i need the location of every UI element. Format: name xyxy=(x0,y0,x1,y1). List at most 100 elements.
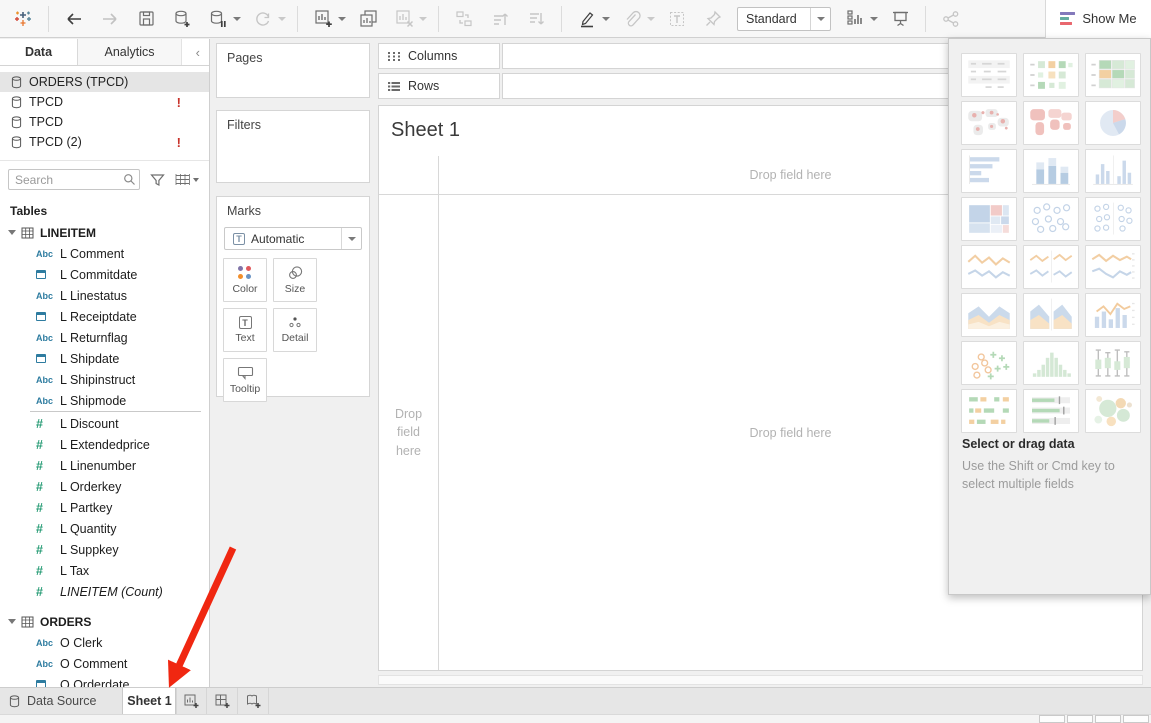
showme-text-table[interactable] xyxy=(961,53,1017,97)
pause-auto-updates-caret[interactable] xyxy=(233,17,241,21)
show-mark-labels-caret[interactable] xyxy=(870,17,878,21)
showme-bullet-graphs[interactable] xyxy=(1023,389,1079,433)
showme-highlight-table[interactable] xyxy=(1023,53,1079,97)
datasource-item[interactable]: TPCD xyxy=(0,112,209,132)
showme-dual-combination[interactable] xyxy=(1085,293,1141,337)
duplicate-sheet-button[interactable] xyxy=(353,4,383,34)
paperclip-button[interactable] xyxy=(617,4,647,34)
presentation-mode-button[interactable] xyxy=(885,4,915,34)
field-item[interactable]: L Tax xyxy=(0,560,209,581)
field-item[interactable]: L Shipdate xyxy=(0,348,209,369)
rows-drop-zone[interactable]: Drop field here xyxy=(379,195,438,670)
new-dashboard-tab-button[interactable] xyxy=(207,688,238,714)
table-orders[interactable]: ORDERS xyxy=(0,611,209,632)
filters-card[interactable]: Filters xyxy=(216,110,370,183)
showme-stacked-bars[interactable] xyxy=(1023,149,1079,193)
pages-card[interactable]: Pages xyxy=(216,43,370,98)
showme-lines-discrete[interactable] xyxy=(1023,245,1079,289)
showme-box-and-whisker[interactable] xyxy=(1085,341,1141,385)
field-item[interactable]: L Comment xyxy=(0,243,209,264)
color-button[interactable]: Color xyxy=(223,258,267,302)
showme-heatmap[interactable] xyxy=(1085,53,1141,97)
new-worksheet-button[interactable] xyxy=(308,4,338,34)
showme-horizontal-bars[interactable] xyxy=(961,149,1017,193)
showme-pie-chart[interactable] xyxy=(1085,101,1141,145)
tableau-logo-icon[interactable] xyxy=(8,4,38,34)
columns-shelf[interactable]: Columns xyxy=(378,43,500,69)
field-item[interactable]: L Discount xyxy=(0,413,209,434)
field-item[interactable]: O Clerk xyxy=(0,632,209,653)
swap-rows-columns-button[interactable] xyxy=(449,4,479,34)
field-item[interactable]: L Shipmode xyxy=(0,390,209,411)
showme-side-by-side-bars[interactable] xyxy=(1085,149,1141,193)
fit-selector[interactable]: Standard xyxy=(737,7,831,31)
horizontal-scrollbar[interactable] xyxy=(378,675,1143,685)
sort-descending-button[interactable] xyxy=(521,4,551,34)
field-item[interactable]: O Orderdate xyxy=(0,674,209,687)
field-item[interactable]: L Suppkey xyxy=(0,539,209,560)
datasource-item[interactable]: ORDERS (TPCD) xyxy=(0,72,209,92)
datasource-item[interactable]: TPCD ! xyxy=(0,92,209,112)
highlight-caret[interactable] xyxy=(602,17,610,21)
new-story-tab-button[interactable] xyxy=(238,688,269,714)
field-item[interactable]: O Comment xyxy=(0,653,209,674)
showme-area-continuous[interactable] xyxy=(961,293,1017,337)
size-button[interactable]: Size xyxy=(273,258,317,302)
field-item[interactable]: L Shipinstruct xyxy=(0,369,209,390)
showme-dual-lines[interactable] xyxy=(1085,245,1141,289)
field-item[interactable]: LINEITEM (Count) xyxy=(0,581,209,602)
showme-filled-map[interactable] xyxy=(1023,101,1079,145)
paperclip-caret[interactable] xyxy=(647,17,655,21)
pin-button[interactable] xyxy=(698,4,728,34)
chevron-down-icon[interactable] xyxy=(8,619,16,624)
view-options-button[interactable] xyxy=(173,171,201,188)
text-annotation-button[interactable] xyxy=(662,4,692,34)
sheet-tab-sheet1[interactable]: Sheet 1 xyxy=(122,688,176,714)
field-item[interactable]: L Quantity xyxy=(0,518,209,539)
field-item[interactable]: L Returnflag xyxy=(0,327,209,348)
datasource-item[interactable]: TPCD (2) ! xyxy=(0,132,209,152)
collapse-pane-button[interactable]: ‹ xyxy=(187,39,209,65)
showme-symbol-map[interactable] xyxy=(961,101,1017,145)
data-source-tab[interactable]: Data Source xyxy=(0,688,110,714)
showme-gantt[interactable] xyxy=(961,389,1017,433)
redo-button[interactable] xyxy=(95,4,125,34)
field-item[interactable]: L Orderkey xyxy=(0,476,209,497)
showme-treemap[interactable] xyxy=(961,197,1017,241)
table-lineitem[interactable]: LINEITEM xyxy=(0,222,209,243)
showme-scatter-plots[interactable] xyxy=(961,341,1017,385)
mark-type-dropdown[interactable]: T Automatic xyxy=(224,227,362,250)
show-me-button[interactable]: Show Me xyxy=(1045,0,1151,38)
status-bar-controls[interactable] xyxy=(1039,715,1149,723)
showme-lines-continuous[interactable] xyxy=(961,245,1017,289)
showme-circle-views[interactable] xyxy=(1023,197,1079,241)
detail-button[interactable]: Detail xyxy=(273,308,317,352)
search-input[interactable] xyxy=(8,169,140,190)
refresh-data-source-button[interactable] xyxy=(248,4,278,34)
showme-packed-bubbles[interactable] xyxy=(1085,389,1141,433)
new-worksheet-caret[interactable] xyxy=(338,17,346,21)
chevron-down-icon[interactable] xyxy=(8,230,16,235)
text-button[interactable]: T Text xyxy=(223,308,267,352)
field-item[interactable]: L Commitdate xyxy=(0,264,209,285)
save-button[interactable] xyxy=(131,4,161,34)
showme-side-by-side-circles[interactable] xyxy=(1085,197,1141,241)
clear-sheet-button[interactable] xyxy=(389,4,419,34)
share-button[interactable] xyxy=(936,4,966,34)
field-item[interactable]: L Extendedprice xyxy=(0,434,209,455)
refresh-data-source-caret[interactable] xyxy=(278,17,286,21)
pause-auto-updates-button[interactable] xyxy=(203,4,233,34)
show-mark-labels-button[interactable] xyxy=(840,4,870,34)
new-data-source-button[interactable] xyxy=(167,4,197,34)
tab-data[interactable]: Data xyxy=(0,39,78,65)
tab-analytics[interactable]: Analytics xyxy=(78,39,182,65)
highlight-button[interactable] xyxy=(572,4,602,34)
showme-histogram[interactable] xyxy=(1023,341,1079,385)
rows-shelf[interactable]: Rows xyxy=(378,73,500,99)
showme-area-discrete[interactable] xyxy=(1023,293,1079,337)
filter-fields-button[interactable] xyxy=(148,171,167,189)
new-worksheet-tab-button[interactable] xyxy=(176,688,207,714)
clear-sheet-caret[interactable] xyxy=(419,17,427,21)
field-item[interactable]: L Partkey xyxy=(0,497,209,518)
sort-ascending-button[interactable] xyxy=(485,4,515,34)
